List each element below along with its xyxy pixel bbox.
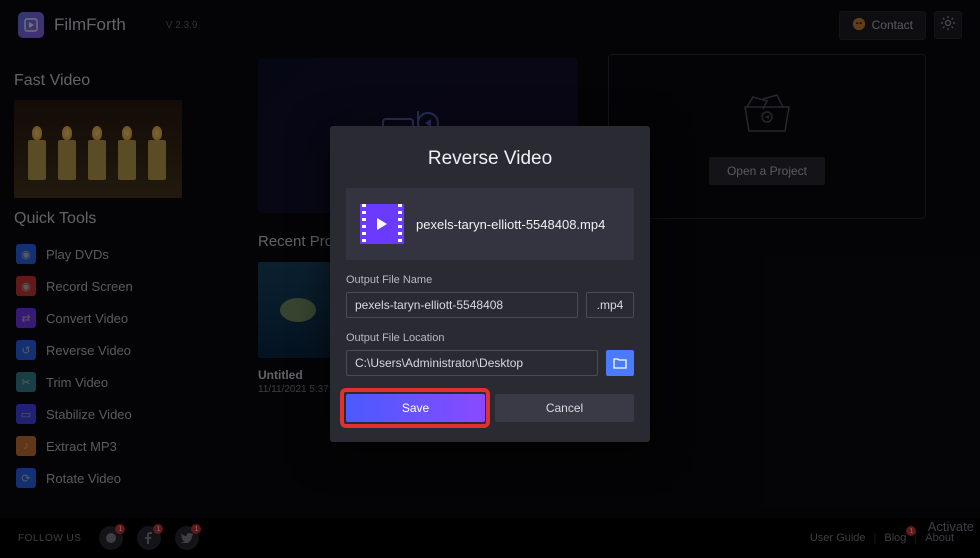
output-name-label: Output File Name xyxy=(346,274,634,286)
video-file-icon xyxy=(360,204,404,244)
cancel-button[interactable]: Cancel xyxy=(495,394,634,422)
reverse-video-dialog: Reverse Video pexels-taryn-elliott-55484… xyxy=(330,126,650,442)
dialog-title: Reverse Video xyxy=(346,148,634,170)
save-button[interactable]: Save xyxy=(346,394,485,422)
browse-folder-button[interactable] xyxy=(606,350,634,376)
output-location-label: Output File Location xyxy=(346,332,634,344)
folder-icon xyxy=(613,357,627,369)
output-extension: .mp4 xyxy=(586,292,634,318)
source-file-name: pexels-taryn-elliott-5548408.mp4 xyxy=(416,217,605,232)
source-file-card: pexels-taryn-elliott-5548408.mp4 xyxy=(346,188,634,260)
output-location-input[interactable] xyxy=(346,350,598,376)
output-name-input[interactable] xyxy=(346,292,578,318)
